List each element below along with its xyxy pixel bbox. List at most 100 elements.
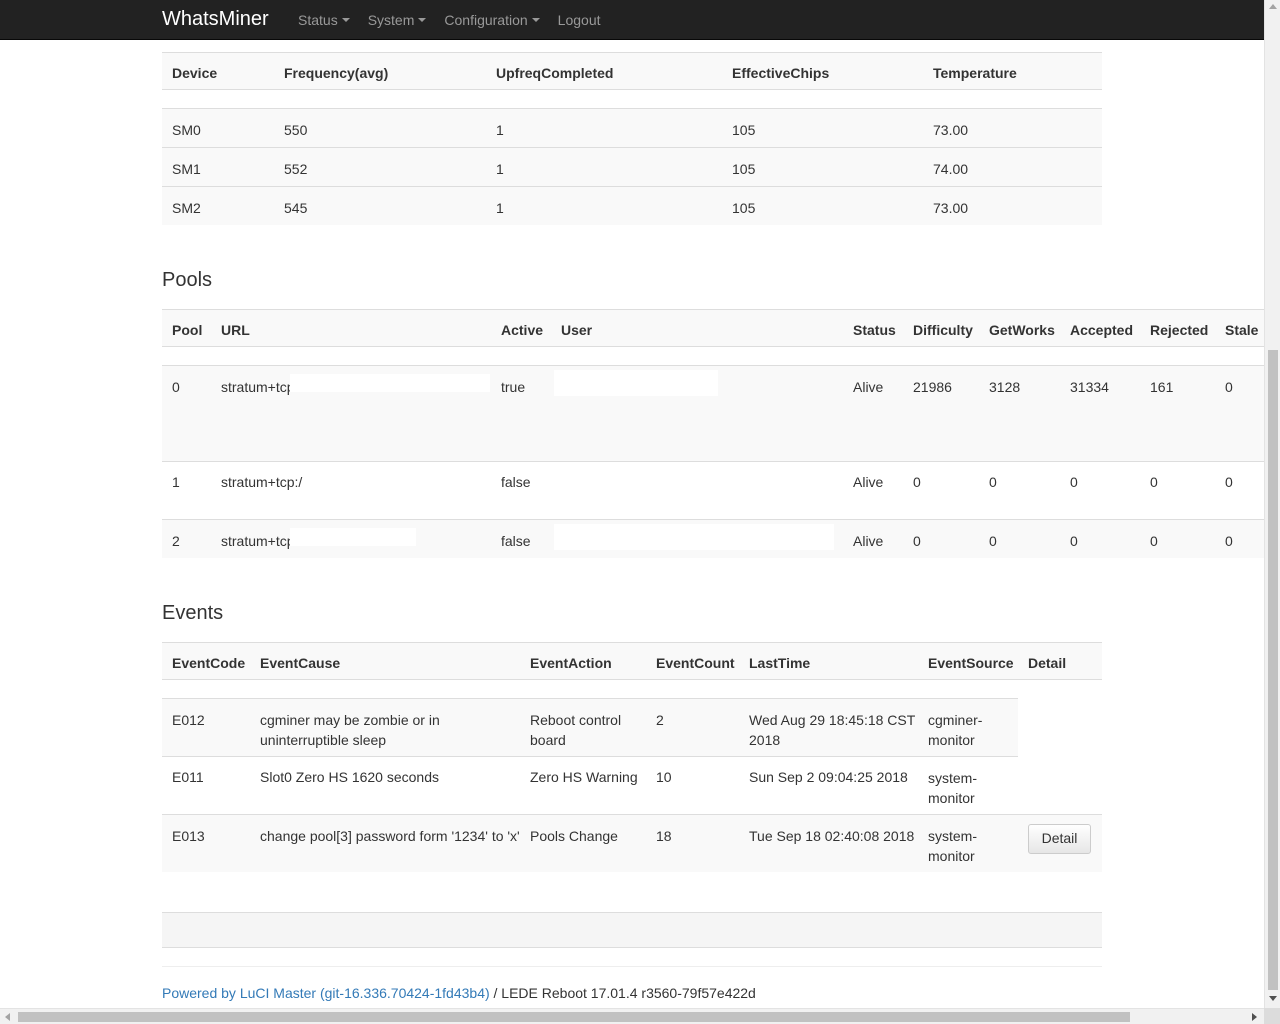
pool-accepted-cell: 0 (1070, 474, 1078, 490)
scroll-up-icon[interactable] (1269, 4, 1277, 9)
scroll-right-icon[interactable] (1252, 1013, 1257, 1021)
brand-logo[interactable]: WhatsMiner (162, 8, 269, 31)
col-stale: Stale (1225, 322, 1259, 338)
col-accepted: Accepted (1070, 322, 1134, 338)
caret-down-icon (418, 18, 427, 22)
device-table-header: Device Frequency(avg) UpfreqCompleted Ef… (162, 52, 1102, 90)
vertical-scroll-thumb[interactable] (1268, 350, 1278, 990)
pool-difficulty-cell: 0 (913, 533, 921, 549)
col-event-cause: EventCause (260, 655, 341, 671)
pool-status-cell: Alive (853, 379, 884, 395)
event-source-cell: system-monitor (928, 770, 977, 806)
col-url: URL (221, 322, 250, 338)
horizontal-scroll-thumb[interactable] (18, 1012, 1130, 1022)
pool-status-cell: Alive (853, 533, 884, 549)
col-effective-chips: EffectiveChips (732, 65, 830, 81)
pool-getworks-cell: 0 (989, 474, 997, 490)
footer-divider (162, 966, 1102, 967)
col-status: Status (853, 322, 896, 338)
col-difficulty: Difficulty (913, 322, 973, 338)
pool-difficulty-cell: 0 (913, 474, 921, 490)
nav-system-label: System (367, 12, 415, 28)
table-row: SM2 545 1 105 73.00 (162, 186, 1102, 225)
footer: Powered by LuCI Master (git-16.336.70424… (162, 985, 756, 1001)
event-cause-cell: change pool[3] password form '1234' to '… (260, 828, 520, 844)
pool-url-cell: stratum+tcp:/ (221, 474, 303, 490)
table-row: SM1 552 1 105 74.00 (162, 147, 1102, 186)
col-rejected: Rejected (1150, 322, 1209, 338)
nav-logout[interactable]: Logout (558, 12, 601, 28)
col-device: Device (172, 65, 218, 81)
pool-index-cell: 0 (172, 379, 180, 395)
upfreq-cell: 1 (496, 122, 504, 138)
col-temperature: Temperature (933, 65, 1017, 81)
event-cause-cell: cgminer may be zombie or in uninterrupti… (260, 712, 440, 748)
chips-cell: 105 (732, 161, 756, 177)
event-lasttime-cell: Sun Sep 2 09:04:25 2018 (749, 769, 908, 785)
table-row: 0 stratum+tcp:// true Alive 21986 3128 3… (162, 365, 1264, 461)
event-action-cell: Pools Change (530, 828, 618, 844)
detail-button[interactable]: Detail (1028, 824, 1091, 854)
col-user: User (561, 322, 593, 338)
redacted-block (290, 528, 416, 546)
col-detail: Detail (1028, 655, 1067, 671)
event-source-cell: cgminer-monitor (928, 712, 983, 748)
nav-system[interactable]: System (368, 12, 427, 28)
pool-difficulty-cell: 21986 (913, 379, 952, 395)
pool-rejected-cell: 0 (1150, 474, 1158, 490)
table-row: E012 cgminer may be zombie or in uninter… (162, 698, 1018, 756)
col-frequency: Frequency(avg) (284, 65, 389, 81)
device-cell: SM0 (172, 122, 201, 138)
pool-stale-cell: 0 (1225, 474, 1233, 490)
device-cell: SM2 (172, 200, 201, 216)
nav-status[interactable]: Status (298, 12, 350, 28)
col-pool: Pool (172, 322, 203, 338)
scroll-down-icon[interactable] (1269, 996, 1277, 1001)
redacted-block (554, 370, 718, 396)
event-lasttime-cell: Wed Aug 29 18:45:18 CST 2018 (749, 712, 916, 748)
frequency-cell: 545 (284, 200, 308, 216)
event-code-cell: E013 (172, 828, 205, 844)
pool-active-cell: false (501, 474, 531, 490)
nav-status-label: Status (298, 12, 338, 28)
upfreq-cell: 1 (496, 161, 504, 177)
events-title: Events (162, 602, 224, 624)
main-nav: Status System Configuration Logout (298, 12, 619, 28)
col-event-source: EventSource (928, 655, 1014, 671)
pool-status-cell: Alive (853, 474, 884, 490)
pool-index-cell: 1 (172, 474, 180, 490)
top-navbar: WhatsMiner Status System Configuration L… (0, 0, 1264, 40)
luci-link[interactable]: Powered by LuCI Master (git-16.336.70424… (162, 985, 490, 1001)
col-event-code: EventCode (172, 655, 246, 671)
table-row: SM0 550 1 105 73.00 (162, 108, 1102, 147)
pool-active-cell: true (501, 379, 526, 395)
temperature-cell: 73.00 (933, 122, 969, 138)
table-row: 1 stratum+tcp:/ false Alive 0 0 0 0 0 (162, 461, 1264, 520)
horizontal-scrollbar[interactable] (0, 1008, 1264, 1024)
frequency-cell: 550 (284, 122, 308, 138)
event-cause-cell: Slot0 Zero HS 1620 seconds (260, 769, 439, 785)
pools-title: Pools (162, 269, 213, 291)
event-count-cell: 2 (656, 712, 664, 728)
pool-getworks-cell: 0 (989, 533, 997, 549)
nav-configuration[interactable]: Configuration (444, 12, 540, 28)
pool-accepted-cell: 0 (1070, 533, 1078, 549)
redacted-block (290, 374, 490, 392)
redacted-block (554, 524, 834, 550)
pool-rejected-cell: 161 (1150, 379, 1174, 395)
event-count-cell: 10 (656, 769, 672, 785)
scroll-left-icon[interactable] (5, 1013, 10, 1021)
pool-stale-cell: 0 (1225, 533, 1233, 549)
temperature-cell: 74.00 (933, 161, 969, 177)
table-row: 2 stratum+tcp:// false Alive 0 0 0 0 0 (162, 519, 1264, 558)
col-last-time: LastTime (749, 655, 811, 671)
vertical-scrollbar[interactable] (1264, 0, 1280, 1008)
footer-version: / LEDE Reboot 17.01.4 r3560-79f57e422d (489, 985, 756, 1001)
event-lasttime-cell: Tue Sep 18 02:40:08 2018 (749, 828, 915, 844)
col-event-count: EventCount (656, 655, 735, 671)
nav-logout-label: Logout (557, 12, 601, 28)
col-active: Active (501, 322, 544, 338)
events-table-header: EventCode EventCause EventAction EventCo… (162, 642, 1102, 680)
caret-down-icon (341, 18, 350, 22)
table-row: E011 Slot0 Zero HS 1620 seconds Zero HS … (162, 756, 1018, 814)
